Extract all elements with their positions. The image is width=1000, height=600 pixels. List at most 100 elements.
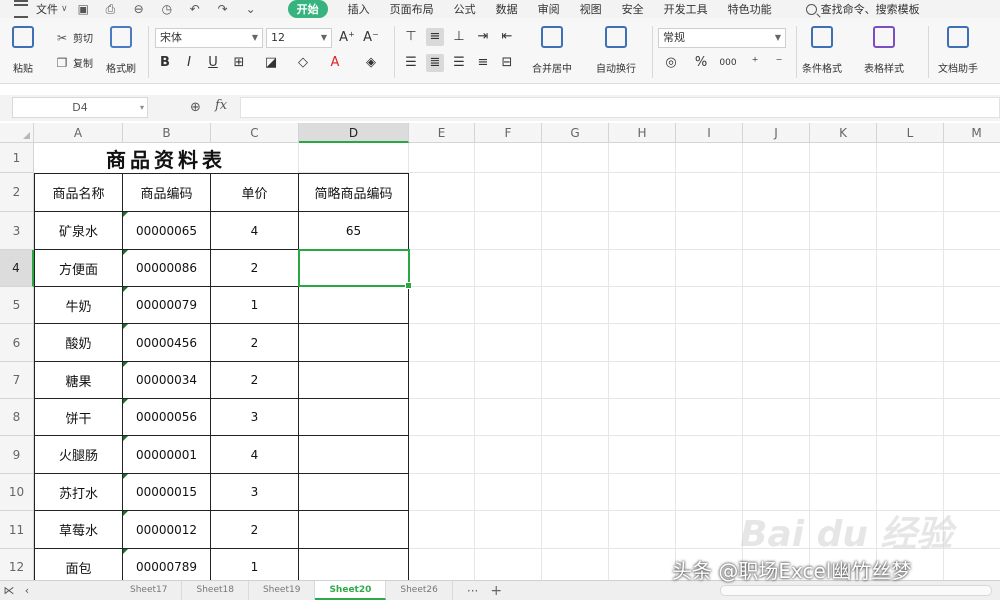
increase-decimal-icon[interactable]: ⁺ xyxy=(746,54,764,72)
prev-sheet-icon[interactable]: ‹ xyxy=(18,584,36,597)
short-code-cell[interactable] xyxy=(299,287,409,324)
active-cell-cursor[interactable] xyxy=(298,249,412,289)
sheet-tab-17[interactable]: Sheet17 xyxy=(116,581,183,600)
short-code-cell[interactable] xyxy=(299,399,409,436)
short-code-cell[interactable] xyxy=(299,436,409,474)
short-code-cell[interactable] xyxy=(299,549,409,580)
row-header-3[interactable]: 3 xyxy=(0,212,34,250)
shrink-font-button[interactable]: A⁻ xyxy=(362,29,380,47)
row-header-5[interactable]: 5 xyxy=(0,287,34,324)
fx-icon[interactable]: fx xyxy=(215,98,227,113)
column-header-m[interactable]: M xyxy=(944,123,1000,143)
tab-insert[interactable]: 插入 xyxy=(348,0,370,18)
header-cell[interactable]: 单价 xyxy=(211,173,299,212)
tab-formulas[interactable]: 公式 xyxy=(454,0,476,18)
price-cell[interactable]: 3 xyxy=(211,399,299,436)
column-header-f[interactable]: F xyxy=(475,123,542,143)
name-box[interactable]: D4 ▾ xyxy=(12,97,148,118)
product-name-cell[interactable]: 草莓水 xyxy=(34,511,123,549)
product-code-cell[interactable]: 00000079 xyxy=(123,287,211,324)
column-header-c[interactable]: C xyxy=(211,123,299,143)
percent-button[interactable]: % xyxy=(692,54,710,72)
font-color-icon[interactable]: A xyxy=(326,54,344,72)
decrease-decimal-icon[interactable]: ⁻ xyxy=(770,54,788,72)
price-cell[interactable]: 1 xyxy=(211,287,299,324)
tab-page-layout[interactable]: 页面布局 xyxy=(390,0,434,18)
price-cell[interactable]: 1 xyxy=(211,549,299,580)
product-code-cell[interactable]: 00000086 xyxy=(123,250,211,287)
bold-button[interactable]: B xyxy=(156,54,174,72)
short-code-cell[interactable] xyxy=(299,474,409,511)
select-all-corner[interactable] xyxy=(0,123,34,143)
font-name-select[interactable]: 宋体 ▼ xyxy=(155,28,263,48)
print-preview-icon[interactable]: ⊖ xyxy=(134,0,152,18)
price-cell[interactable]: 4 xyxy=(211,212,299,250)
column-header-b[interactable]: B xyxy=(123,123,211,143)
fill-icon[interactable]: ◪ xyxy=(262,54,280,72)
align-left-icon[interactable]: ☰ xyxy=(402,54,420,72)
doc-helper-button[interactable]: 文档助手 xyxy=(938,22,978,75)
merge-center-button[interactable]: 合并居中 xyxy=(532,22,572,75)
thousands-button[interactable]: 000 xyxy=(716,54,740,72)
product-name-cell[interactable]: 方便面 xyxy=(34,250,123,287)
horizontal-scrollbar[interactable] xyxy=(720,585,992,596)
tab-developer[interactable]: 开发工具 xyxy=(664,0,708,18)
row-header-2[interactable]: 2 xyxy=(0,173,34,212)
distributed-icon[interactable]: ⊟ xyxy=(498,54,516,72)
product-code-cell[interactable]: 00000012 xyxy=(123,511,211,549)
currency-icon[interactable]: ◎ xyxy=(662,54,680,72)
short-code-cell[interactable] xyxy=(299,362,409,399)
cut-button[interactable]: ✂ 剪切 xyxy=(55,30,93,46)
column-header-k[interactable]: K xyxy=(810,123,877,143)
copy-button[interactable]: ❐ 复制 xyxy=(55,55,93,71)
print-icon[interactable]: ⎙ xyxy=(106,0,124,18)
grow-font-button[interactable]: A⁺ xyxy=(338,29,356,47)
number-format-select[interactable]: 常规 ▼ xyxy=(658,28,786,48)
formula-input[interactable] xyxy=(240,97,1000,118)
column-header-i[interactable]: I xyxy=(676,123,743,143)
sheet-tab-19[interactable]: Sheet19 xyxy=(249,581,316,600)
product-code-cell[interactable]: 00000034 xyxy=(123,362,211,399)
align-center-icon[interactable]: ≣ xyxy=(426,54,444,72)
row-header-8[interactable]: 8 xyxy=(0,399,34,436)
row-header-6[interactable]: 6 xyxy=(0,324,34,362)
product-code-cell[interactable]: 00000065 xyxy=(123,212,211,250)
product-name-cell[interactable]: 面包 xyxy=(34,549,123,580)
column-header-e[interactable]: E xyxy=(409,123,475,143)
sheet-tab-26[interactable]: Sheet26 xyxy=(386,581,453,600)
tab-home[interactable]: 开始 xyxy=(287,0,328,18)
italic-button[interactable]: I xyxy=(180,54,198,72)
outdent-icon[interactable]: ⇤ xyxy=(498,28,516,46)
indent-icon[interactable]: ⇥ xyxy=(474,28,492,46)
file-menu[interactable]: 文件 ∨ xyxy=(36,0,68,18)
save-icon[interactable]: ▣ xyxy=(78,0,96,18)
underline-button[interactable]: U xyxy=(204,54,222,72)
align-middle-icon[interactable]: ≡ xyxy=(426,28,444,46)
product-name-cell[interactable]: 矿泉水 xyxy=(34,212,123,250)
menu-icon[interactable] xyxy=(14,0,28,18)
column-header-d[interactable]: D xyxy=(299,123,409,143)
row-header-10[interactable]: 10 xyxy=(0,474,34,511)
column-header-h[interactable]: H xyxy=(609,123,676,143)
header-cell[interactable]: 商品编码 xyxy=(123,173,211,212)
align-bottom-icon[interactable]: ⊥ xyxy=(450,28,468,46)
row-header-1[interactable]: 1 xyxy=(0,143,34,173)
column-header-g[interactable]: G xyxy=(542,123,609,143)
short-code-cell[interactable] xyxy=(299,511,409,549)
price-cell[interactable]: 4 xyxy=(211,436,299,474)
undo-icon[interactable]: ↶ xyxy=(190,0,208,18)
product-code-cell[interactable]: 00000456 xyxy=(123,324,211,362)
tab-data[interactable]: 数据 xyxy=(496,0,518,18)
sheet-tab-18[interactable]: Sheet18 xyxy=(182,581,249,600)
column-header-j[interactable]: J xyxy=(743,123,810,143)
tab-view[interactable]: 视图 xyxy=(580,0,602,18)
title-cell[interactable]: 商品资料表 xyxy=(34,143,298,173)
align-right-icon[interactable]: ☰ xyxy=(450,54,468,72)
first-sheet-icon[interactable]: ⋉ xyxy=(0,584,18,597)
justify-icon[interactable]: ≡ xyxy=(474,54,492,72)
tab-review[interactable]: 审阅 xyxy=(538,0,560,18)
tab-security[interactable]: 安全 xyxy=(622,0,644,18)
price-cell[interactable]: 3 xyxy=(211,474,299,511)
product-name-cell[interactable]: 牛奶 xyxy=(34,287,123,324)
zoom-icon[interactable]: ⊕ xyxy=(190,100,201,115)
